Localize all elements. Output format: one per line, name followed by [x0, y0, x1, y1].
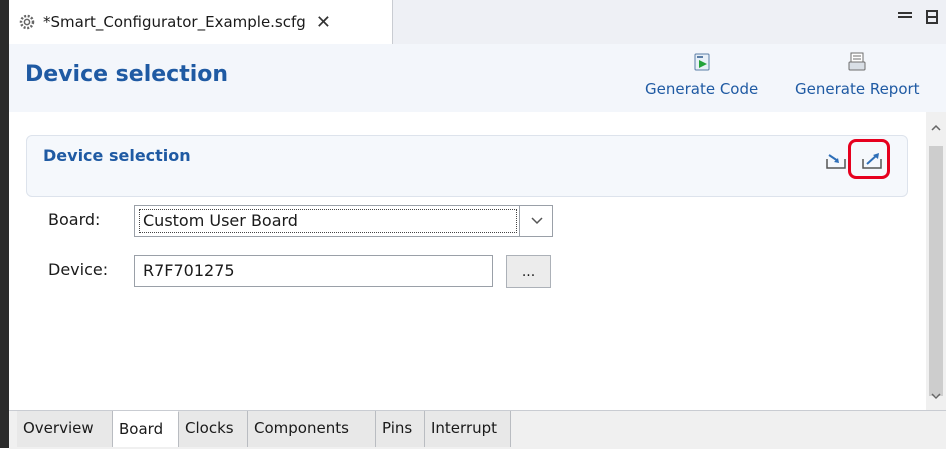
page-header: Device selection Generate Code Generate …: [9, 44, 946, 113]
maximize-icon[interactable]: [926, 10, 938, 24]
window-controls: [898, 10, 938, 24]
tab-interrupt[interactable]: Interrupt: [425, 411, 511, 447]
editor-tab-title: *Smart_Configurator_Example.scfg: [43, 13, 306, 31]
generate-report-button[interactable]: Generate Report: [795, 52, 920, 98]
board-label: Board:: [48, 210, 101, 229]
generate-report-label: Generate Report: [795, 80, 920, 98]
generate-code-button[interactable]: Generate Code: [645, 52, 758, 98]
tab-components[interactable]: Components: [248, 411, 376, 447]
board-select[interactable]: Custom User Board: [134, 205, 553, 237]
page-tabs: Overview Board Clocks Components Pins In…: [9, 410, 946, 449]
section-title: Device selection: [43, 146, 191, 165]
window-left-edge: [0, 0, 9, 448]
export-button[interactable]: [859, 150, 885, 174]
browse-device-button[interactable]: ...: [506, 255, 551, 288]
editor-tab[interactable]: *Smart_Configurator_Example.scfg ✕: [9, 0, 393, 44]
editor-tab-bar: *Smart_Configurator_Example.scfg ✕: [9, 0, 946, 45]
close-icon[interactable]: ✕: [316, 12, 331, 33]
board-select-divider: [519, 206, 520, 236]
tab-pins[interactable]: Pins: [376, 411, 425, 447]
export-icon: [861, 150, 883, 174]
scroll-down-icon[interactable]: [926, 386, 946, 406]
vertical-scrollbar[interactable]: [926, 112, 946, 410]
minimize-icon[interactable]: [898, 12, 912, 18]
board-select-value: Custom User Board: [139, 209, 517, 233]
chevron-down-icon[interactable]: [529, 212, 545, 232]
import-button[interactable]: [823, 150, 849, 174]
device-selection-section: Device selection: [26, 135, 908, 197]
configurator-window: *Smart_Configurator_Example.scfg ✕ Devic…: [0, 0, 946, 449]
tab-overview[interactable]: Overview: [17, 411, 113, 447]
tab-board[interactable]: Board: [113, 411, 179, 447]
scrollbar-thumb[interactable]: [929, 146, 943, 396]
import-icon: [825, 150, 847, 174]
device-label: Device:: [48, 260, 109, 279]
generate-code-icon: [692, 52, 712, 76]
device-field[interactable]: R7F701275: [134, 255, 493, 287]
tab-clocks[interactable]: Clocks: [179, 411, 248, 447]
gear-icon: [17, 12, 37, 32]
generate-report-icon: [847, 52, 867, 76]
generate-code-label: Generate Code: [645, 80, 759, 98]
page-title: Device selection: [25, 62, 229, 87]
scroll-up-icon[interactable]: [926, 118, 946, 138]
